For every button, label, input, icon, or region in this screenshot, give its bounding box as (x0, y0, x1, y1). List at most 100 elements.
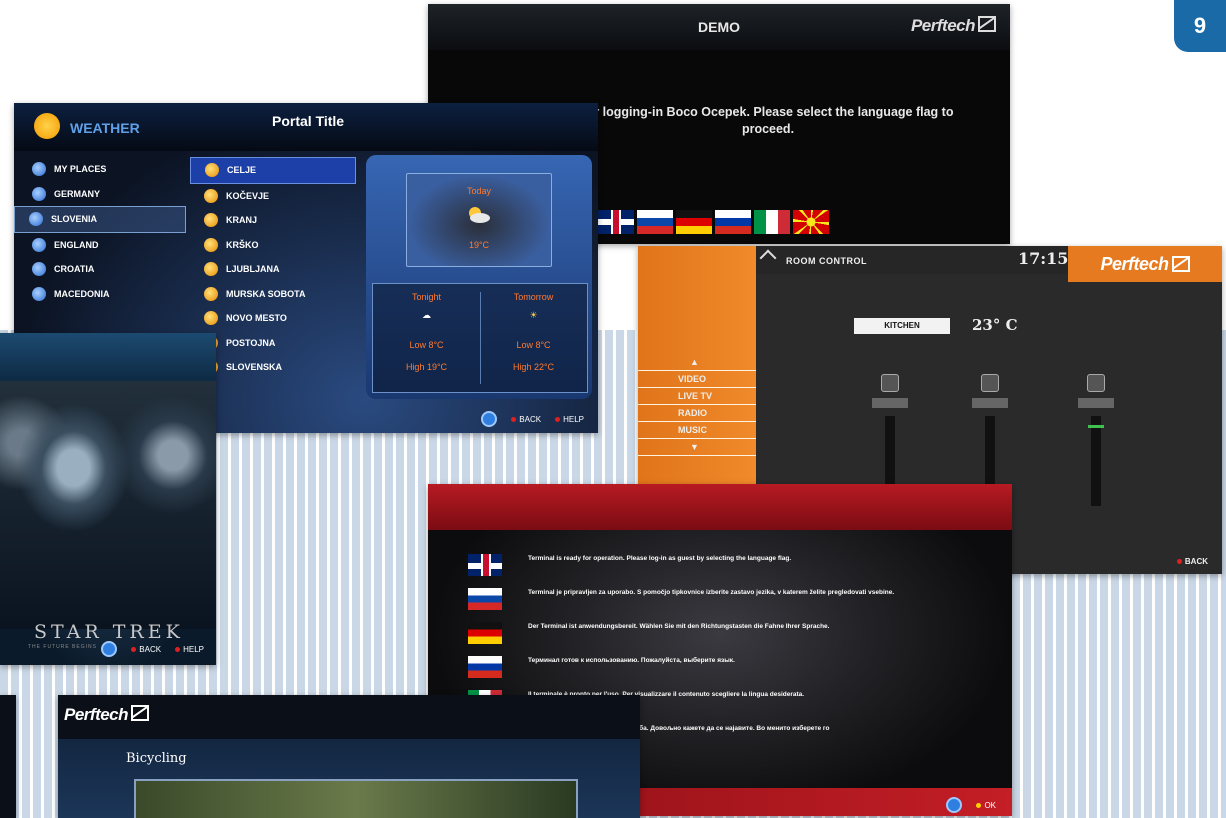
login-message: for logging-in Boco Ocepek. Please selec… (582, 105, 954, 136)
forecast-day: Tonight (411, 292, 442, 302)
slider-label (972, 398, 1008, 408)
region-item[interactable]: MACEDONIA (18, 282, 190, 307)
today-temp: 19°C (468, 240, 490, 250)
city-item-selected[interactable]: CELJE (190, 157, 356, 184)
city-item[interactable]: KRANJ (190, 208, 356, 233)
region-item[interactable]: GERMANY (18, 182, 190, 207)
chevron-up-icon[interactable] (759, 249, 777, 267)
globe-icon (32, 237, 46, 252)
sun-icon (204, 286, 218, 301)
weather-header: WEATHER Portal Title (14, 103, 598, 151)
dpad-icon (481, 411, 498, 427)
region-item-selected[interactable]: SLOVENIA (14, 206, 186, 233)
today-label: Today (466, 186, 492, 196)
flag-macedonia-button[interactable] (793, 210, 829, 234)
flag-uk-button[interactable] (598, 210, 634, 234)
flag-uk-icon (468, 554, 502, 576)
bulb-icon (981, 374, 999, 392)
sun-icon (204, 262, 218, 277)
room-menu: ▲ VIDEO LIVE TV RADIO MUSIC ▼ (638, 354, 756, 456)
video-thumbnail[interactable] (134, 779, 578, 818)
flag-germany-button[interactable] (676, 210, 712, 234)
sun-icon (34, 113, 60, 139)
weather-app-name: WEATHER (70, 120, 140, 136)
today-box: Today 19°C (406, 173, 552, 267)
back-button[interactable]: BACK (1177, 557, 1208, 566)
movie-poster[interactable]: STAR TREK THE FUTURE BEGINS (0, 381, 216, 650)
city-item[interactable]: NOVO MESTO (190, 306, 356, 331)
menu-item-music[interactable]: MUSIC (638, 422, 756, 439)
forecast-high: High 19°C (405, 362, 448, 372)
region-item[interactable]: MY PLACES (18, 157, 190, 182)
slider-knob[interactable] (1088, 424, 1104, 428)
language-flags (598, 210, 829, 234)
sun-icon (204, 311, 218, 326)
region-item[interactable]: CROATIA (18, 257, 190, 282)
language-row[interactable]: Der Terminal ist anwendungsbereit. Wähle… (468, 622, 988, 656)
language-text: Терминал готов к использованию. Пожалуйс… (528, 657, 735, 664)
perftech-logo: Perftech (64, 705, 150, 725)
scroll-down-icon[interactable]: ▼ (638, 439, 756, 456)
region-list: MY PLACES GERMANY SLOVENIA ENGLAND CROAT… (14, 157, 190, 307)
slider-track[interactable] (1088, 416, 1104, 506)
help-button[interactable]: HELP (175, 645, 204, 654)
movie-screen: STAR TREK THE FUTURE BEGINS BACK HELP (0, 333, 216, 665)
video-header: Perftech (58, 695, 640, 739)
terminal-header (428, 484, 1012, 530)
ok-button[interactable]: OK (976, 801, 996, 810)
language-row[interactable]: Terminal is ready for operation. Please … (468, 554, 988, 588)
globe-icon (32, 162, 46, 177)
demo-header: DEMO Perftech (428, 4, 1010, 50)
language-row[interactable]: Terminal je pripravljen za uporabo. S po… (468, 588, 988, 622)
sun-icon (204, 213, 218, 228)
fan-icon (881, 374, 899, 392)
forecast-low: Low 8°C (516, 340, 551, 350)
room-selector[interactable]: KITCHEN (854, 318, 950, 334)
sun-icon: ☀ (529, 310, 538, 320)
scroll-up-icon[interactable]: ▲ (638, 354, 756, 371)
back-button[interactable]: BACK (131, 645, 161, 654)
sun-icon (204, 237, 218, 252)
sun-icon (204, 188, 218, 203)
back-button[interactable]: BACK (511, 415, 541, 424)
flag-italy-button[interactable] (754, 210, 790, 234)
city-item[interactable]: KOČEVJE (190, 184, 356, 209)
perftech-logo: Perftech (911, 16, 996, 36)
poster-subtitle: THE FUTURE BEGINS (28, 644, 97, 650)
region-item[interactable]: ENGLAND (18, 233, 190, 258)
forecast-high: High 22°C (512, 362, 555, 372)
city-item[interactable]: MURSKA SOBOTA (190, 282, 356, 307)
partly-cloudy-icon (469, 207, 490, 223)
forecast-low: Low 8°C (409, 340, 444, 350)
menu-item-live-tv[interactable]: LIVE TV (638, 388, 756, 405)
sun-icon (205, 163, 219, 178)
globe-icon (32, 186, 46, 201)
flag-slovenia-icon (468, 588, 502, 610)
flag-russia-button[interactable] (715, 210, 751, 234)
flag-slovenia-button[interactable] (637, 210, 673, 234)
poster-title: STAR TREK (34, 621, 184, 643)
city-item[interactable]: LJUBLJANA (190, 257, 356, 282)
portal-title: Portal Title (272, 113, 345, 129)
language-row[interactable]: Терминал готов к использованию. Пожалуйс… (468, 656, 988, 690)
video-title: Bicycling (126, 751, 187, 766)
light-slider-3[interactable] (1076, 374, 1116, 506)
flag-russia-icon (468, 656, 502, 678)
room-temperature: 23° C (972, 316, 1018, 334)
cloud-icon: ☁ (422, 310, 431, 320)
menu-item-radio[interactable]: RADIO (638, 405, 756, 422)
slider-label (1078, 398, 1114, 408)
forecast-day: Tomorrow (513, 292, 554, 302)
demo-title: DEMO (698, 19, 740, 35)
cropped-screen-edge (0, 695, 16, 818)
perftech-logo: Perftech (1068, 246, 1222, 282)
help-button[interactable]: HELP (555, 415, 584, 424)
video-screen: Perftech Bicycling (58, 695, 640, 818)
forecast-box: Tonight ☁ Low 8°C High 19°C Tomorrow ☀ L… (372, 283, 588, 393)
globe-icon (29, 212, 43, 227)
menu-item-video[interactable]: VIDEO (638, 371, 756, 388)
language-text: Terminal je pripravljen za uporabo. S po… (528, 589, 895, 596)
dpad-icon (946, 797, 963, 813)
weather-footer: BACK HELP (481, 411, 584, 427)
city-item[interactable]: KRŠKO (190, 233, 356, 258)
